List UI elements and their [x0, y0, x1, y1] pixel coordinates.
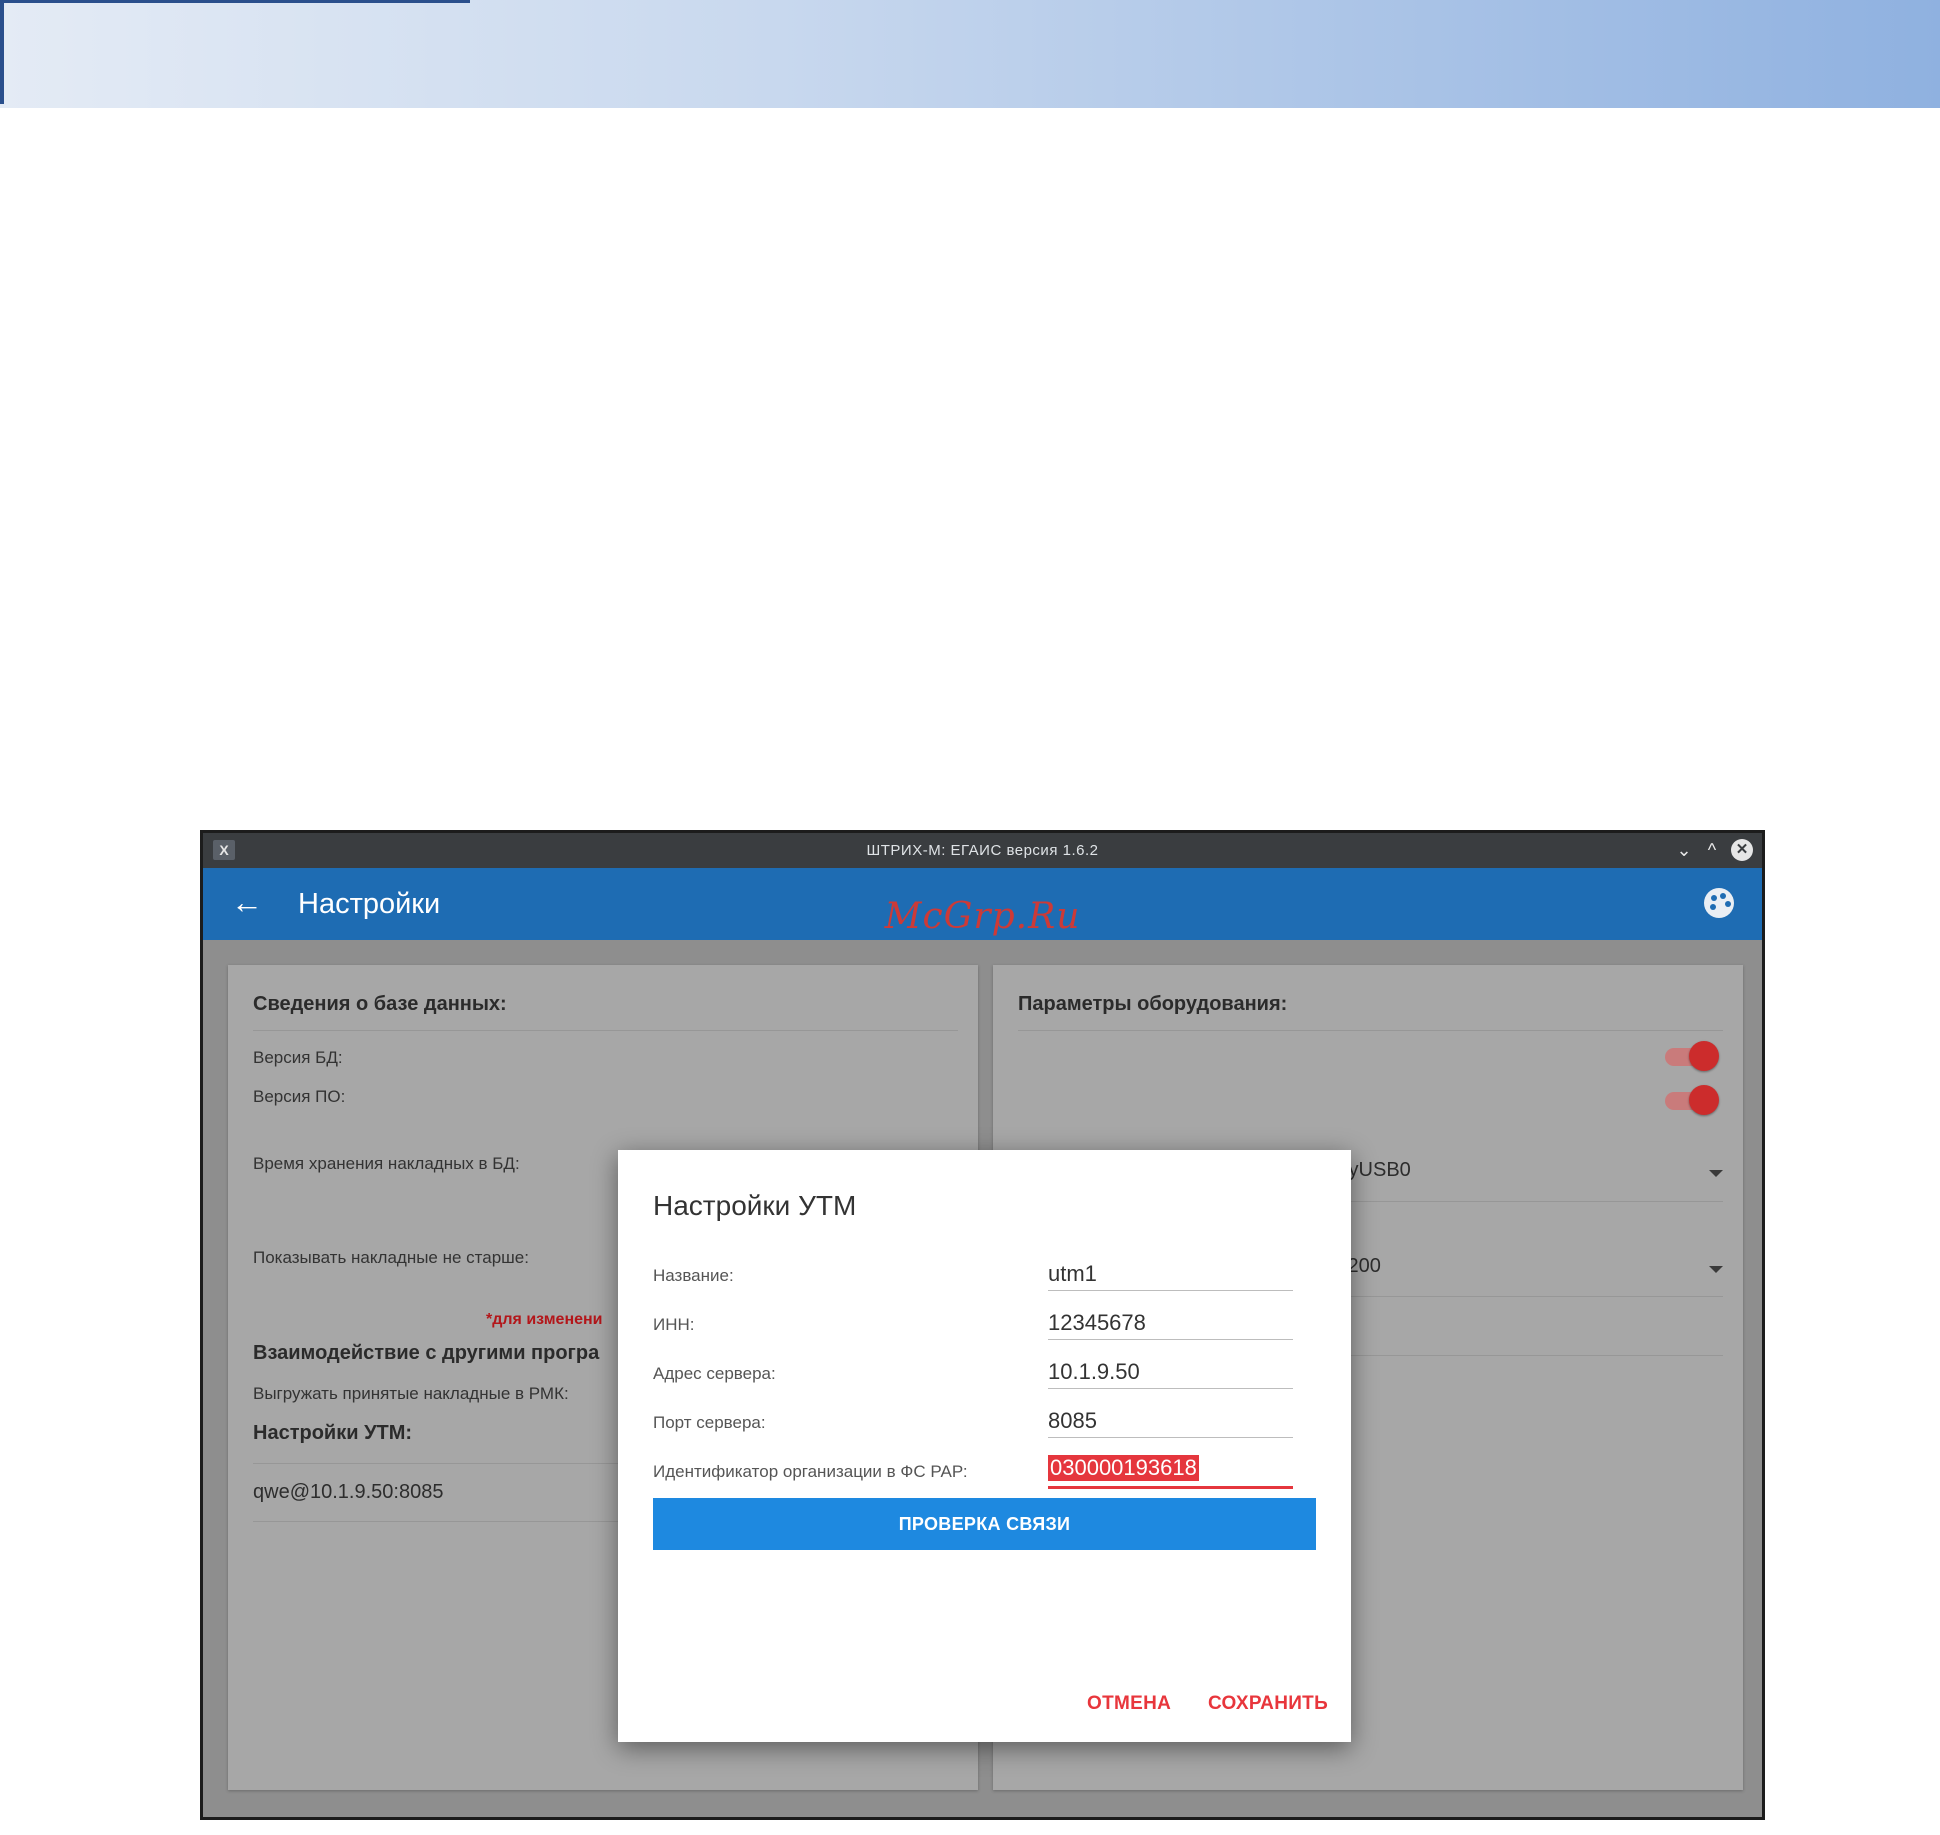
storage-time-label: Время хранения накладных в БД:	[253, 1154, 520, 1173]
name-row: Название: utm1	[653, 1256, 1293, 1296]
server-port-input[interactable]: 8085	[1048, 1403, 1293, 1438]
inn-row: ИНН: 12345678	[653, 1305, 1293, 1345]
show-recent-label: Показывать накладные не старше:	[253, 1248, 529, 1267]
utm-connection-value[interactable]: qwe@10.1.9.50:8085	[253, 1481, 443, 1504]
db-version-label: Версия БД:	[253, 1048, 343, 1067]
org-id-value: 030000193618	[1048, 1455, 1199, 1481]
page-banner	[0, 0, 1940, 108]
divider	[1343, 1355, 1723, 1356]
port-select-value[interactable]: tyUSB0	[1343, 1159, 1411, 1182]
app-bar: ← Настройки McGrp.Ru	[203, 868, 1762, 940]
window-title: ШТРИХ-М: ЕГАИС версия 1.6.2	[866, 842, 1099, 859]
minimize-icon[interactable]: ⌄	[1672, 838, 1696, 862]
org-id-label: Идентификатор организации в ФС РАР:	[653, 1462, 968, 1481]
palette-icon[interactable]	[1704, 888, 1734, 918]
export-label: Выгружать принятые накладные в РМК:	[253, 1384, 569, 1403]
close-icon[interactable]: ✕	[1731, 839, 1753, 861]
name-input[interactable]: utm1	[1048, 1256, 1293, 1291]
server-address-input[interactable]: 10.1.9.50	[1048, 1354, 1293, 1389]
divider	[253, 1030, 958, 1031]
server-address-row: Адрес сервера: 10.1.9.50	[653, 1354, 1293, 1394]
dropdown-arrow-icon[interactable]	[1709, 1266, 1723, 1273]
check-connection-button[interactable]: ПРОВЕРКА СВЯЗИ	[653, 1498, 1316, 1550]
interaction-heading: Взаимодействие с другими програ	[253, 1342, 600, 1364]
palette-dot	[1720, 893, 1726, 899]
server-port-value: 8085	[1048, 1408, 1097, 1433]
utm-heading: Настройки УТМ:	[253, 1422, 413, 1444]
title-bar: X ШТРИХ-М: ЕГАИС версия 1.6.2 ⌄ ^ ✕	[203, 833, 1762, 868]
watermark: McGrp.Ru	[884, 896, 1081, 937]
inn-value: 12345678	[1048, 1310, 1146, 1335]
dialog-title: Настройки УТМ	[653, 1190, 857, 1221]
org-id-row: Идентификатор организации в ФС РАР: 0300…	[653, 1452, 1293, 1492]
server-address-value: 10.1.9.50	[1048, 1359, 1140, 1384]
toggle-knob	[1689, 1041, 1719, 1071]
toggle-switch[interactable]	[1665, 1039, 1721, 1073]
maximize-icon[interactable]: ^	[1700, 838, 1724, 862]
utm-settings-dialog: Настройки УТМ Название: utm1 ИНН: 123456…	[618, 1150, 1351, 1742]
inn-input[interactable]: 12345678	[1048, 1305, 1293, 1340]
org-id-input[interactable]: 030000193618	[1048, 1452, 1293, 1489]
divider	[1343, 1201, 1723, 1202]
cancel-button[interactable]: ОТМЕНА	[1087, 1693, 1171, 1715]
app-window: X ШТРИХ-М: ЕГАИС версия 1.6.2 ⌄ ^ ✕ ← На…	[200, 830, 1765, 1820]
save-button[interactable]: СОХРАНИТЬ	[1208, 1693, 1328, 1715]
server-port-label: Порт сервера:	[653, 1413, 766, 1432]
equipment-heading: Параметры оборудования:	[1018, 993, 1288, 1015]
settings-content: Сведения о базе данных: Версия БД: Верси…	[203, 940, 1762, 1817]
toggle-switch[interactable]	[1665, 1083, 1721, 1117]
palette-dot	[1725, 901, 1731, 907]
toggle-knob	[1689, 1085, 1719, 1115]
server-address-label: Адрес сервера:	[653, 1364, 776, 1383]
divider	[1343, 1296, 1723, 1297]
palette-dot	[1711, 895, 1717, 901]
server-port-row: Порт сервера: 8085	[653, 1403, 1293, 1443]
db-info-heading: Сведения о базе данных:	[253, 993, 507, 1015]
inn-label: ИНН:	[653, 1315, 695, 1334]
banner-corner	[0, 0, 470, 104]
dropdown-arrow-icon[interactable]	[1709, 1170, 1723, 1177]
palette-dot	[1710, 904, 1716, 910]
name-label: Название:	[653, 1266, 734, 1285]
divider	[1018, 1030, 1723, 1031]
name-value: utm1	[1048, 1261, 1097, 1286]
change-note: *для изменени	[486, 1311, 603, 1328]
sw-version-label: Версия ПО:	[253, 1087, 346, 1106]
